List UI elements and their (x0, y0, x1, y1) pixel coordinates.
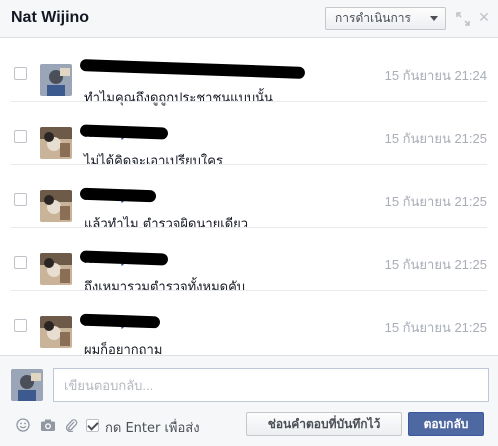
close-icon[interactable]: ✕ (477, 11, 491, 25)
message-checkbox[interactable] (14, 67, 27, 80)
avatar (40, 190, 72, 222)
message-list: 15 กันยายน 21:24 ทำไมคุณถึงดูถูกประชาชนแ… (0, 39, 498, 355)
chevron-down-icon (430, 16, 438, 21)
reply-input[interactable] (53, 368, 489, 402)
reply-composer: กด Enter เพื่อส่ง ช่อนคำตอบที่บันทึกไว้ … (0, 355, 498, 446)
conversation-header: Nat Wijino การดำเนินการ ✕ (0, 0, 498, 38)
message-checkbox[interactable] (14, 193, 27, 206)
camera-icon[interactable] (40, 418, 56, 432)
actions-dropdown-label: การดำเนินการ (335, 11, 411, 25)
avatar (40, 64, 72, 96)
message-item: Nat Wijino 15 กันยายน 21:25 ถึงเหมารวมตำ… (0, 228, 498, 295)
enter-to-send-label: กด Enter เพื่อส่ง (105, 421, 200, 436)
message-item: Nat Wijino 15 กันยายน 21:25 แล้วทำไม ตำร… (0, 165, 498, 232)
avatar (40, 316, 72, 348)
message-item: Nat Wijino 15 กันยายน 21:25 ไม่ได้คิดจะเ… (0, 102, 498, 169)
avatar (40, 253, 72, 285)
conversation-title: Nat Wijino (11, 9, 90, 26)
message-item: 15 กันยายน 21:24 ทำไมคุณถึงดูถูกประชาชนแ… (0, 39, 498, 106)
expand-icon[interactable] (456, 12, 470, 26)
message-timestamp: 15 กันยายน 21:25 (384, 257, 487, 272)
avatar (40, 127, 72, 159)
saved-replies-button[interactable]: ช่อนคำตอบที่บันทึกไว้ (246, 412, 402, 436)
message-text: ผมก็อยากถาม (84, 343, 163, 355)
enter-to-send-checkbox[interactable] (86, 419, 99, 432)
actions-dropdown[interactable]: การดำเนินการ (325, 7, 446, 30)
message-checkbox[interactable] (14, 256, 27, 269)
message-checkbox[interactable] (14, 130, 27, 143)
reply-button[interactable]: ตอบกลับ (408, 412, 484, 436)
message-timestamp: 15 กันยายน 21:25 (384, 131, 487, 146)
message-item: Nat Wijino 15 กันยายน 21:25 ผมก็อยากถาม (0, 291, 498, 355)
message-timestamp: 15 กันยายน 21:25 (384, 194, 487, 209)
redaction-mark (79, 59, 306, 79)
message-timestamp: 15 กันยายน 21:25 (384, 320, 487, 335)
message-timestamp: 15 กันยายน 21:24 (384, 68, 487, 83)
message-checkbox[interactable] (14, 319, 27, 332)
paperclip-icon[interactable] (64, 418, 78, 432)
emoji-icon[interactable] (16, 418, 30, 432)
avatar (11, 369, 43, 401)
